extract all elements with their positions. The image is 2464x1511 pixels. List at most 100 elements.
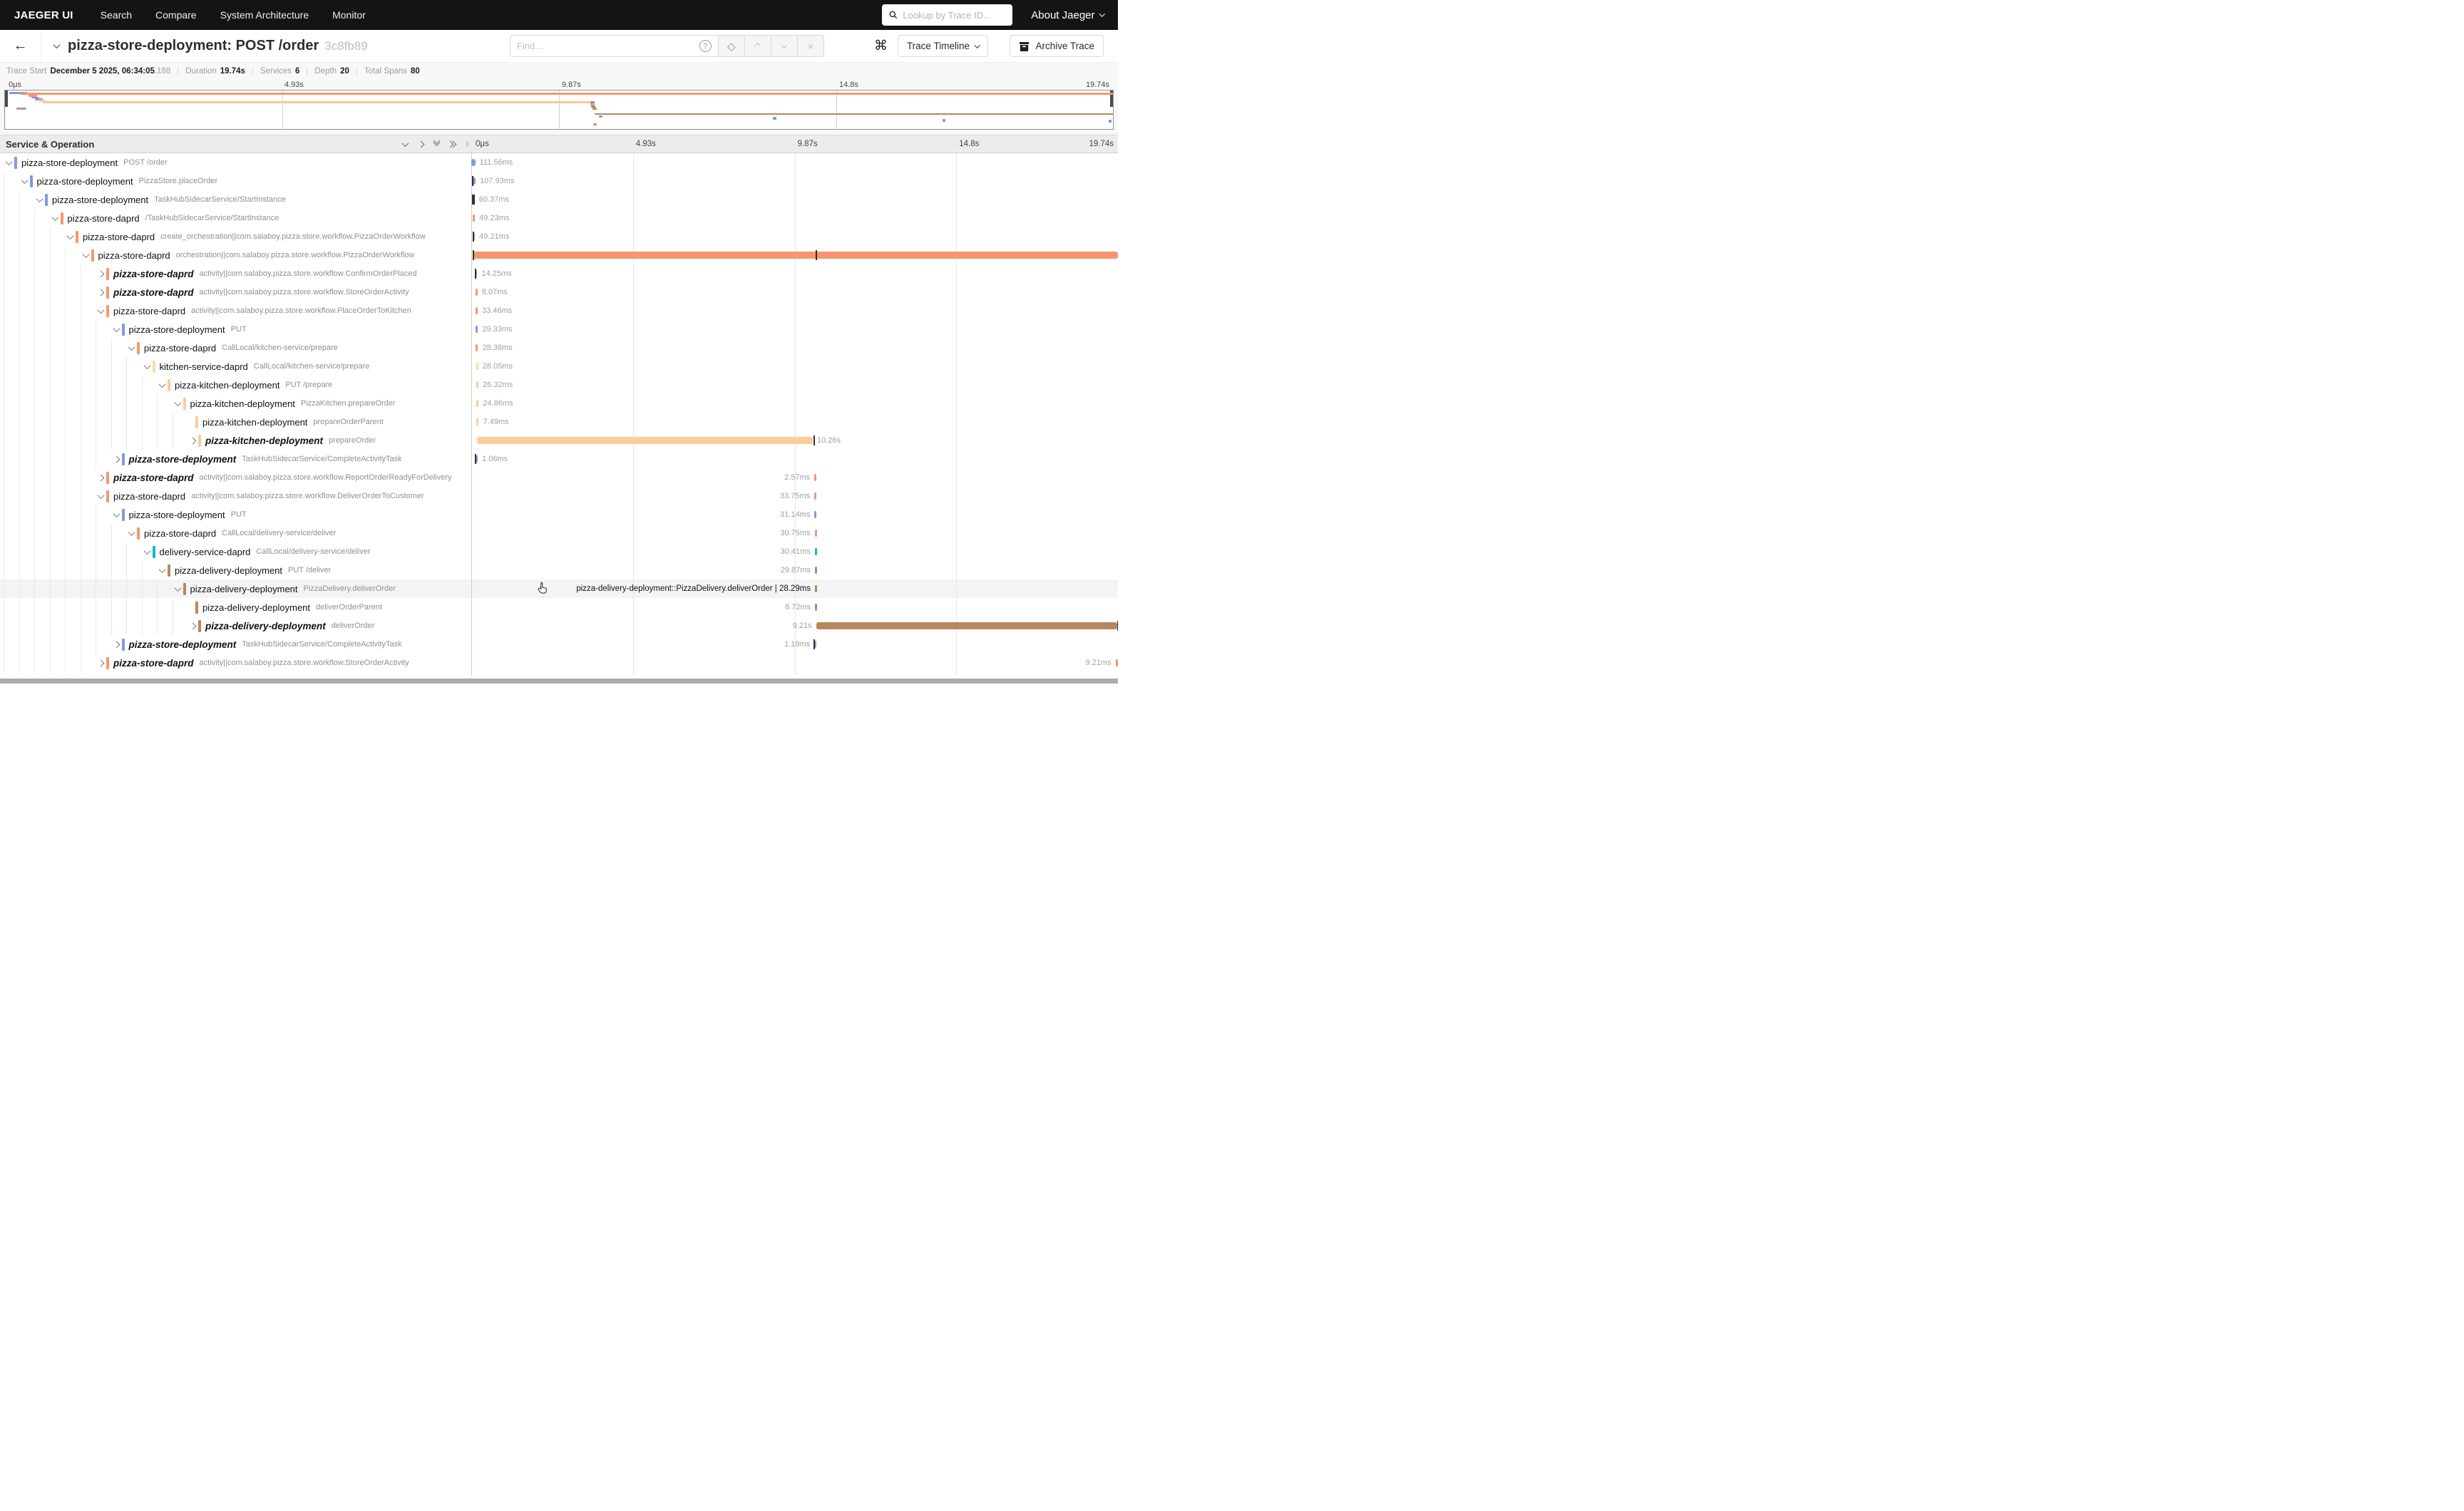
span-name-cell[interactable]: pizza-store-deploymentPOST /order [0, 153, 471, 172]
expand-all-icon[interactable] [450, 142, 456, 147]
chevron-down-icon[interactable] [81, 253, 91, 258]
chevron-down-icon[interactable] [34, 197, 45, 202]
column-resizer[interactable]: ‖ [466, 140, 470, 149]
nav-link-search[interactable]: Search [101, 9, 132, 21]
trace-id-search-input[interactable] [903, 10, 1005, 21]
span-name-cell[interactable]: pizza-store-deploymentTaskHubSidecarServ… [0, 635, 471, 654]
span-bar[interactable] [815, 530, 817, 537]
span-bar[interactable] [477, 437, 813, 444]
chevron-down-icon[interactable] [96, 494, 106, 499]
span-bar[interactable] [476, 326, 478, 333]
collapse-one-icon[interactable] [403, 142, 408, 147]
span-bar[interactable] [1116, 659, 1118, 666]
span-bar[interactable] [814, 511, 816, 518]
chevron-down-icon[interactable] [142, 550, 153, 555]
nav-link-monitor[interactable]: Monitor [332, 9, 366, 21]
collapse-all-icon[interactable] [434, 142, 439, 146]
span-name-cell[interactable]: pizza-store-daprdactivity||com.salaboy.p… [0, 283, 471, 301]
chevron-down-icon[interactable] [111, 327, 122, 332]
chevron-down-icon[interactable] [142, 364, 153, 369]
span-name-cell[interactable]: kitchen-service-daprdCallLocal/kitchen-s… [0, 357, 471, 376]
span-row[interactable]: pizza-store-daprdactivity||com.salaboy.p… [0, 654, 1118, 672]
chevron-down-icon[interactable] [65, 234, 76, 239]
span-bar[interactable] [814, 474, 816, 481]
find-input-wrap[interactable]: ? [510, 35, 719, 57]
chevron-right-icon[interactable] [96, 290, 106, 295]
chevron-down-icon[interactable] [157, 568, 168, 573]
chevron-right-icon[interactable] [96, 272, 106, 277]
span-name-cell[interactable]: pizza-store-deploymentTaskHubSidecarServ… [0, 450, 471, 468]
span-name-cell[interactable]: pizza-store-daprdactivity||com.salaboy.p… [0, 468, 471, 487]
chevron-down-icon[interactable] [111, 512, 122, 517]
focus-span-button[interactable]: ◇ [719, 35, 745, 57]
span-bar[interactable] [471, 159, 475, 166]
minimap-canvas[interactable] [4, 90, 1114, 130]
span-bar[interactable] [473, 215, 475, 222]
span-name-cell[interactable]: pizza-delivery-deploymentdeliverOrderPar… [0, 598, 471, 617]
keyboard-shortcuts-button[interactable]: ⌘ [874, 38, 888, 54]
trace-view-selector[interactable]: Trace Timeline [898, 35, 989, 57]
span-name-cell[interactable]: pizza-store-deploymentPUT [0, 320, 471, 339]
span-name-cell[interactable]: pizza-kitchen-deploymentprepareOrderPare… [0, 413, 471, 431]
find-next-button[interactable] [771, 35, 798, 57]
span-name-cell[interactable]: pizza-store-deploymentPUT [0, 505, 471, 524]
trace-id-search[interactable] [882, 4, 1012, 26]
span-name-cell[interactable]: pizza-store-daprdCallLocal/delivery-serv… [0, 524, 471, 542]
chevron-right-icon[interactable] [96, 475, 106, 480]
span-name-cell[interactable]: delivery-service-daprdCallLocal/delivery… [0, 542, 471, 561]
find-input[interactable] [517, 41, 699, 51]
span-row[interactable]: pizza-store-deploymentPUT31.14ms [0, 505, 1118, 524]
chevron-down-icon[interactable] [157, 383, 168, 388]
span-name-cell[interactable]: pizza-store-daprd/TaskHubSidecarService/… [0, 209, 471, 227]
span-name-cell[interactable]: pizza-store-daprdorchestration||com.sala… [0, 246, 471, 264]
span-bar[interactable] [815, 585, 817, 592]
span-row[interactable]: pizza-store-daprd/TaskHubSidecarService/… [0, 209, 1118, 227]
chevron-down-icon[interactable] [4, 160, 14, 165]
span-bar[interactable] [476, 307, 478, 314]
span-row[interactable]: kitchen-service-daprdCallLocal/kitchen-s… [0, 357, 1118, 376]
span-name-cell[interactable]: pizza-kitchen-deploymentPizzaKitchen.pre… [0, 394, 471, 413]
span-bar[interactable] [816, 622, 1117, 629]
jaeger-brand[interactable]: JAEGER UI [14, 9, 73, 21]
span-bar[interactable] [476, 344, 478, 351]
span-row[interactable]: pizza-delivery-deploymentPUT /deliver29.… [0, 561, 1118, 579]
span-row[interactable]: pizza-store-daprdCallLocal/kitchen-servi… [0, 339, 1118, 357]
span-row[interactable]: pizza-delivery-deploymentdeliverOrder9.2… [0, 617, 1118, 635]
about-jaeger-menu[interactable]: About Jaeger [1031, 9, 1104, 21]
minimap-left-handle[interactable] [5, 91, 8, 107]
span-row[interactable]: pizza-delivery-deploymentPizzaDelivery.d… [0, 579, 1118, 598]
span-row[interactable]: pizza-kitchen-deploymentPUT /prepare26.3… [0, 376, 1118, 394]
chevron-down-icon[interactable] [126, 346, 137, 351]
span-row[interactable]: pizza-store-deploymentPOST /order111.56m… [0, 153, 1118, 172]
trace-collapse-toggle-icon[interactable] [53, 41, 61, 48]
span-bar[interactable] [815, 548, 817, 555]
chevron-right-icon[interactable] [111, 642, 122, 647]
span-row[interactable]: delivery-service-daprdCallLocal/delivery… [0, 542, 1118, 561]
chevron-down-icon[interactable] [50, 216, 61, 221]
span-name-cell[interactable]: pizza-store-daprdactivity||com.salaboy.p… [0, 301, 471, 320]
expand-one-icon[interactable] [419, 142, 423, 147]
span-name-cell[interactable]: pizza-store-daprdactivity||com.salaboy.p… [0, 264, 471, 283]
span-bar[interactable] [476, 363, 478, 370]
nav-link-system-architecture[interactable]: System Architecture [220, 9, 309, 21]
span-row[interactable]: pizza-kitchen-deploymentPizzaKitchen.pre… [0, 394, 1118, 413]
chevron-right-icon[interactable] [111, 457, 122, 462]
span-row[interactable]: pizza-store-deploymentTaskHubSidecarServ… [0, 635, 1118, 654]
span-name-cell[interactable]: pizza-store-daprdactivity||com.salaboy.p… [0, 487, 471, 505]
chevron-right-icon[interactable] [188, 438, 198, 443]
chevron-right-icon[interactable] [96, 661, 106, 666]
nav-link-compare[interactable]: Compare [155, 9, 197, 21]
span-row[interactable]: pizza-kitchen-deploymentprepareOrderPare… [0, 413, 1118, 431]
span-name-cell[interactable]: pizza-store-daprdcreate_orchestration||c… [0, 227, 471, 246]
back-button[interactable]: ← [0, 30, 41, 62]
span-row[interactable]: pizza-store-daprdcreate_orchestration||c… [0, 227, 1118, 246]
span-row[interactable]: pizza-store-daprdactivity||com.salaboy.p… [0, 301, 1118, 320]
chevron-down-icon[interactable] [96, 309, 106, 314]
clear-find-button[interactable]: × [798, 35, 824, 57]
span-row[interactable]: pizza-store-deploymentPUT29.33ms [0, 320, 1118, 339]
span-row[interactable]: pizza-store-deploymentTaskHubSidecarServ… [0, 190, 1118, 209]
span-name-cell[interactable]: pizza-store-daprdCallLocal/kitchen-servi… [0, 339, 471, 357]
span-bar[interactable] [476, 381, 478, 388]
chevron-down-icon[interactable] [173, 401, 183, 406]
span-name-cell[interactable]: pizza-delivery-deploymentPizzaDelivery.d… [0, 579, 471, 598]
